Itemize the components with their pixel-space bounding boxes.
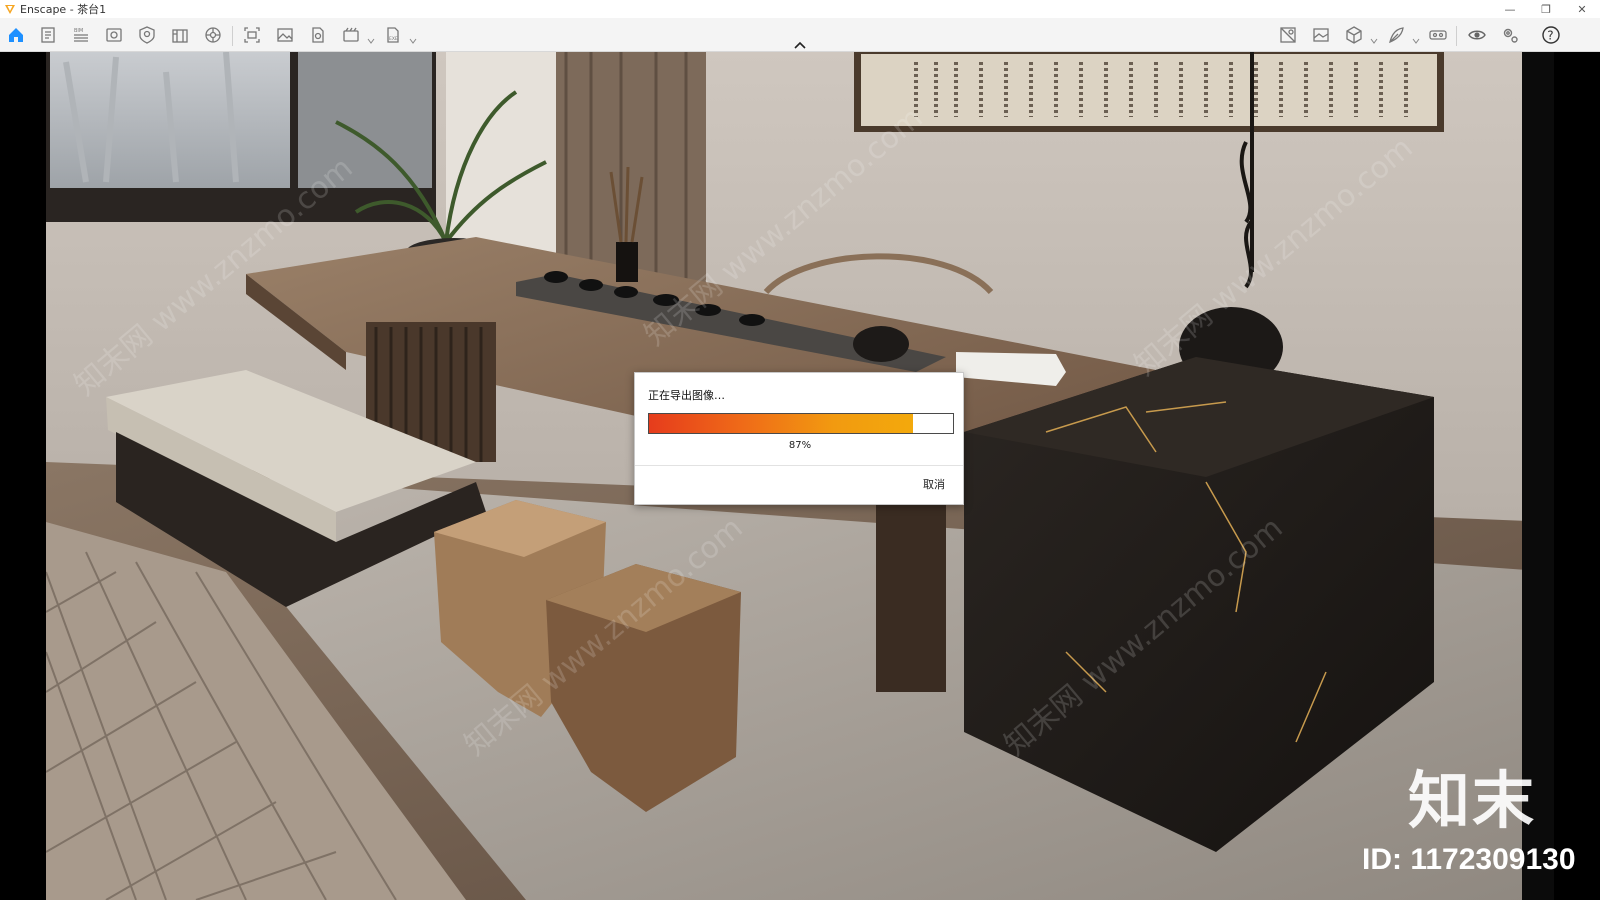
- toolbar-divider: [1456, 26, 1457, 46]
- views-icon[interactable]: [1277, 24, 1299, 46]
- bim-icon[interactable]: BIM: [70, 24, 92, 46]
- watermark-id: ID: 1172309130: [1362, 843, 1576, 876]
- export-dropdown-caret-icon[interactable]: [409, 30, 417, 44]
- vr-headset-icon[interactable]: [1427, 24, 1449, 46]
- export-progress-bar: [648, 413, 954, 434]
- restore-button[interactable]: ❐: [1528, 0, 1564, 18]
- exe-label: EXE: [389, 36, 398, 42]
- view-management-icon[interactable]: [103, 24, 125, 46]
- feather-icon[interactable]: [1385, 24, 1407, 46]
- export-icon[interactable]: EXE: [382, 24, 404, 46]
- toolbar-divider: [232, 26, 233, 46]
- progress-bar-fill: [649, 414, 914, 433]
- batch-render-icon[interactable]: [307, 24, 329, 46]
- title-bar: Enscape - 茶台1 — ❐ ✕: [0, 0, 1600, 18]
- progress-percent-label: 87%: [788, 440, 812, 451]
- model-cube-icon[interactable]: [1343, 24, 1365, 46]
- close-button[interactable]: ✕: [1564, 0, 1600, 18]
- video-editor-icon[interactable]: [340, 24, 362, 46]
- visibility-icon[interactable]: [1466, 24, 1488, 46]
- help-label: ?: [1547, 29, 1553, 43]
- settings-icon[interactable]: [1499, 24, 1521, 46]
- window-title: Enscape - 茶台1: [20, 3, 107, 16]
- help-icon[interactable]: ?: [1540, 24, 1562, 46]
- render-image-icon[interactable]: [274, 24, 296, 46]
- bim-label: BIM: [74, 28, 83, 34]
- screenshot-icon[interactable]: [241, 24, 263, 46]
- assets-icon[interactable]: [136, 24, 158, 46]
- material-icon[interactable]: [169, 24, 191, 46]
- video-dropdown-caret-icon[interactable]: [367, 30, 375, 44]
- dialog-divider: [635, 465, 963, 466]
- minimize-button[interactable]: —: [1492, 0, 1528, 18]
- gallery-icon[interactable]: [1310, 24, 1332, 46]
- enscape-logo-icon: [5, 5, 15, 14]
- export-progress-dialog: 正在导出图像… 87% 取消: [634, 372, 964, 505]
- home-icon[interactable]: [5, 24, 27, 46]
- dialog-title: 正在导出图像…: [648, 389, 725, 402]
- collapse-toolbar-chevron-icon[interactable]: [792, 40, 808, 50]
- model-dropdown-caret-icon[interactable]: [1370, 30, 1378, 44]
- feather-dropdown-caret-icon[interactable]: [1412, 30, 1420, 44]
- watermark-logo: 知末: [1408, 764, 1537, 837]
- project-info-icon[interactable]: [37, 24, 59, 46]
- cancel-button[interactable]: 取消: [923, 476, 945, 492]
- site-icon[interactable]: [202, 24, 224, 46]
